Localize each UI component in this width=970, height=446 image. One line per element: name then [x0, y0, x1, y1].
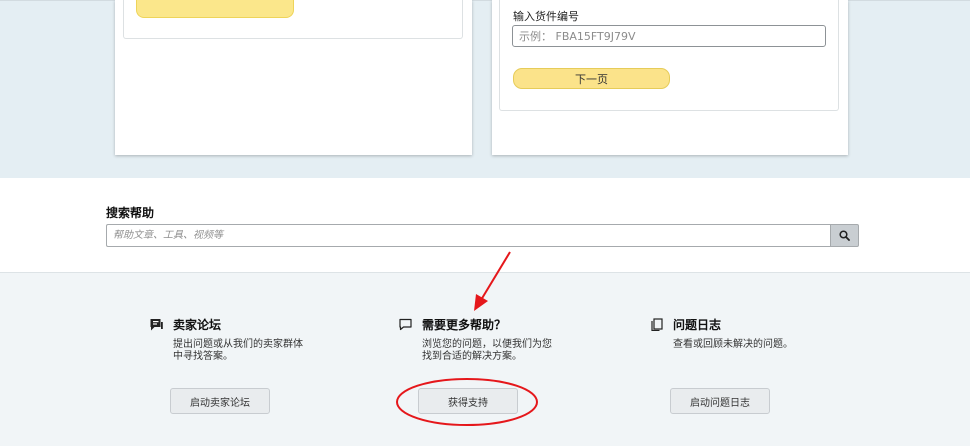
- get-support-button[interactable]: 获得支持: [418, 388, 518, 414]
- seller-forum-title: 卖家论坛: [173, 318, 222, 332]
- need-more-help-column: 需要更多帮助？ 浏览您的问题，以便我们为您 找到合适的解决方案。: [399, 316, 629, 363]
- case-log-title: 问题日志: [673, 318, 722, 332]
- forum-icon: [150, 318, 163, 331]
- search-help-title: 搜索帮助: [106, 206, 155, 220]
- need-more-help-title: 需要更多帮助？: [422, 318, 507, 332]
- launch-seller-forum-button[interactable]: 启动卖家论坛: [170, 388, 270, 414]
- shipment-id-label: 输入货件编号: [513, 10, 579, 23]
- next-page-button[interactable]: 下一页: [513, 68, 670, 89]
- case-log-description: 查看或回顾未解决的问题。: [673, 339, 880, 351]
- seller-forum-description: 提出问题或从我们的卖家群体 中寻找答案。: [173, 339, 380, 363]
- left-card: [115, 0, 472, 155]
- need-more-help-desc-line: 浏览您的问题，以便我们为您: [422, 339, 552, 350]
- seller-forum-desc-line: 提出问题或从我们的卖家群体: [173, 339, 303, 350]
- need-more-help-description: 浏览您的问题，以便我们为您 找到合适的解决方案。: [422, 339, 629, 363]
- shipment-id-input[interactable]: [512, 25, 826, 47]
- seller-forum-desc-line: 中寻找答案。: [173, 351, 233, 362]
- seller-forum-column: 卖家论坛 提出问题或从我们的卖家群体 中寻找答案。: [150, 316, 380, 363]
- left-card-yellow-button[interactable]: [136, 0, 294, 18]
- copy-log-icon: [650, 318, 663, 331]
- search-help-input[interactable]: [106, 224, 830, 247]
- need-more-help-desc-line: 找到合适的解决方案。: [422, 351, 522, 362]
- chat-bubble-icon: [399, 318, 412, 331]
- case-log-column: 问题日志 查看或回顾未解决的问题。: [650, 316, 880, 351]
- search-icon: [839, 230, 850, 241]
- launch-case-log-button[interactable]: 启动问题日志: [670, 388, 770, 414]
- search-button[interactable]: [830, 224, 859, 247]
- case-log-desc-line: 查看或回顾未解决的问题。: [673, 339, 793, 350]
